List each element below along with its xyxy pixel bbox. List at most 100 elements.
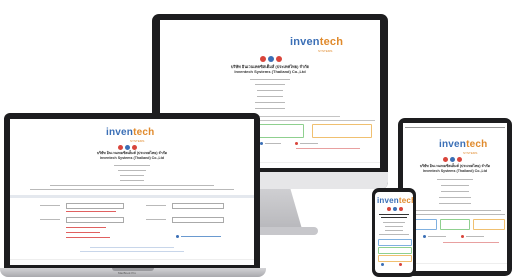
social-circle-blue-icon[interactable] — [125, 145, 130, 150]
text-line — [428, 236, 446, 237]
text-line — [257, 96, 283, 97]
text-line — [383, 222, 405, 223]
form-error-text — [66, 227, 106, 228]
logo-main-text: inven — [106, 127, 134, 138]
form-label — [40, 219, 60, 220]
option-box-green[interactable] — [258, 124, 304, 138]
brand-logo: inventech — [106, 127, 155, 138]
text-line — [250, 79, 290, 80]
social-icons — [387, 207, 403, 211]
text-line — [120, 180, 144, 181]
text-line — [385, 230, 403, 231]
text-line — [409, 210, 501, 211]
text-line — [381, 217, 407, 218]
logo-main-text: inven — [439, 139, 467, 150]
text-line — [90, 247, 174, 248]
toolbar-strip — [10, 195, 254, 198]
social-circle-red-icon[interactable] — [387, 207, 391, 211]
header-line — [405, 127, 505, 128]
status-dot-red-icon — [461, 235, 464, 238]
link-line[interactable] — [181, 236, 221, 237]
logo-accent-text: tech — [133, 127, 155, 138]
text-line — [443, 242, 499, 243]
text-line — [257, 90, 283, 91]
option-box-green[interactable] — [440, 219, 470, 230]
social-circle-red-icon[interactable] — [276, 56, 282, 62]
form-input[interactable] — [66, 217, 124, 223]
text-line — [30, 189, 234, 190]
option-box-orange[interactable] — [312, 124, 372, 138]
divider — [403, 263, 507, 264]
text-line — [379, 214, 409, 215]
logo-main-text: inven — [377, 196, 399, 205]
text-line — [439, 197, 471, 198]
brand-logo: inventech — [377, 196, 413, 205]
text-line — [255, 108, 285, 109]
company-name-en: Inventech Systems (Thailand) Co.,Ltd — [422, 169, 488, 173]
text-line — [80, 251, 184, 252]
status-dot-red-icon — [399, 263, 402, 266]
text-line — [379, 234, 409, 235]
laptop-screen: inventech SYSTEMS บริษัท อินเวนเทคซิสเต็… — [10, 119, 254, 265]
text-line — [300, 143, 318, 144]
company-name-en: Inventech Systems (Thailand) Co.,Ltd — [99, 156, 165, 160]
social-circle-red-icon[interactable] — [443, 157, 448, 162]
logo-accent-text: tech — [398, 196, 413, 205]
social-circle-red-icon[interactable] — [399, 207, 403, 211]
form-label — [146, 219, 166, 220]
social-icons — [118, 145, 137, 150]
tablet-screen: inventech SYSTEMS บริษัท อินเวนเทคซิสเต็… — [403, 123, 507, 271]
social-circle-red-icon[interactable] — [260, 56, 266, 62]
form-label — [146, 205, 166, 206]
social-icons — [260, 56, 282, 62]
form-error-text — [66, 211, 116, 212]
logo-sub-text: SYSTEMS — [318, 49, 333, 53]
text-line — [255, 102, 285, 103]
text-line — [385, 226, 403, 227]
form-input[interactable] — [66, 203, 124, 209]
text-line — [118, 170, 146, 171]
social-circle-blue-icon[interactable] — [268, 56, 274, 62]
text-line — [114, 165, 150, 166]
text-line — [255, 84, 285, 85]
option-box-blue[interactable] — [378, 239, 412, 246]
phone-screen: inventech — [375, 192, 413, 273]
option-box-orange[interactable] — [378, 255, 412, 262]
logo-main-text: inven — [290, 36, 320, 48]
text-line — [50, 185, 214, 186]
laptop-device: inventech SYSTEMS บริษัท อินเวนเทคซิสเต็… — [4, 113, 260, 269]
text-line — [466, 236, 484, 237]
text-line — [405, 214, 505, 215]
text-line — [265, 143, 281, 144]
social-circle-blue-icon[interactable] — [393, 207, 397, 211]
social-circle-red-icon[interactable] — [132, 145, 137, 150]
company-name-en: Inventech Systems (Thailand) Co.,Ltd — [234, 69, 306, 74]
brand-logo: inventech — [439, 139, 488, 150]
text-line — [120, 175, 144, 176]
brand-logo: inventech — [290, 36, 343, 48]
form-input[interactable] — [172, 203, 224, 209]
option-box-orange[interactable] — [473, 219, 505, 230]
social-circle-red-icon[interactable] — [457, 157, 462, 162]
option-box-green[interactable] — [378, 247, 412, 254]
text-line — [441, 185, 469, 186]
text-line — [296, 148, 360, 149]
form-error-text — [66, 232, 100, 233]
status-dot-blue-icon — [176, 235, 179, 238]
logo-sub-text: SYSTEMS — [463, 151, 478, 155]
divider — [10, 259, 254, 260]
form-label — [40, 205, 60, 206]
text-line — [441, 191, 469, 192]
social-icons — [443, 157, 462, 162]
logo-sub-text: SYSTEMS — [130, 139, 145, 143]
form-error-text — [66, 237, 110, 238]
status-dot-blue-icon — [381, 263, 384, 266]
logo-accent-text: tech — [319, 36, 344, 48]
status-dot-red-icon — [295, 142, 298, 145]
laptop-label: MacBook Pro — [118, 271, 137, 275]
phone-device: inventech — [372, 188, 416, 277]
form-input[interactable] — [172, 217, 224, 223]
social-circle-blue-icon[interactable] — [450, 157, 455, 162]
social-circle-red-icon[interactable] — [118, 145, 123, 150]
logo-accent-text: tech — [466, 139, 488, 150]
